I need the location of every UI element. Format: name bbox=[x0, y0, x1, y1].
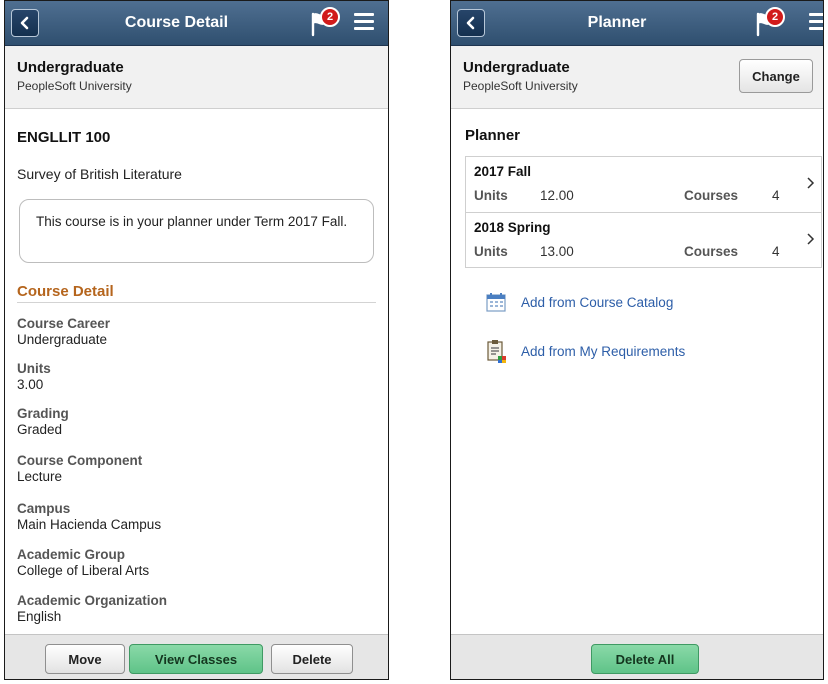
units-value: 12.00 bbox=[540, 188, 574, 203]
detail-grading: Grading Graded bbox=[17, 406, 69, 437]
units-label: Units bbox=[474, 244, 508, 259]
institution-name: PeopleSoft University bbox=[17, 79, 132, 93]
career-title: Undergraduate bbox=[17, 59, 124, 76]
footer-toolbar: Delete All bbox=[451, 634, 823, 679]
chevron-left-icon bbox=[466, 16, 475, 30]
back-button[interactable] bbox=[457, 9, 485, 37]
courses-value: 4 bbox=[772, 188, 780, 203]
chevron-left-icon bbox=[20, 16, 29, 30]
detail-course-career: Course Career Undergraduate bbox=[17, 316, 111, 347]
career-title: Undergraduate bbox=[463, 59, 570, 76]
header-bar: Planner 2 bbox=[451, 1, 823, 46]
chevron-right-icon bbox=[807, 233, 815, 245]
detail-course-component: Course Component Lecture bbox=[17, 453, 143, 484]
section-divider bbox=[17, 302, 376, 303]
menu-icon[interactable] bbox=[354, 13, 374, 31]
term-row-2017-fall[interactable]: 2017 Fall Units 12.00 Courses 4 bbox=[466, 157, 821, 212]
courses-label: Courses bbox=[684, 188, 739, 203]
courses-label: Courses bbox=[684, 244, 739, 259]
career-bar: Undergraduate PeopleSoft University Chan… bbox=[451, 46, 823, 109]
notifications-button[interactable]: 2 bbox=[308, 7, 342, 37]
term-row-2018-spring[interactable]: 2018 Spring Units 13.00 Courses 4 bbox=[466, 212, 821, 268]
detail-units: Units 3.00 bbox=[17, 361, 51, 392]
add-from-my-requirements-label: Add from My Requirements bbox=[521, 343, 686, 359]
change-career-button[interactable]: Change bbox=[739, 59, 813, 93]
term-name: 2017 Fall bbox=[474, 164, 532, 179]
notification-badge: 2 bbox=[765, 7, 785, 27]
menu-icon[interactable] bbox=[809, 13, 823, 31]
calendar-icon bbox=[486, 293, 506, 312]
clipboard-icon bbox=[487, 340, 506, 363]
planner-notice-text: This course is in your planner under Ter… bbox=[36, 214, 348, 229]
delete-button[interactable]: Delete bbox=[271, 644, 353, 674]
add-from-course-catalog-label: Add from Course Catalog bbox=[521, 294, 674, 310]
term-list: 2017 Fall Units 12.00 Courses 4 2018 Spr… bbox=[465, 156, 822, 268]
header-bar: Course Detail 2 bbox=[5, 1, 388, 46]
view-classes-button[interactable]: View Classes bbox=[129, 644, 263, 674]
units-value: 13.00 bbox=[540, 244, 574, 259]
delete-all-button[interactable]: Delete All bbox=[591, 644, 699, 674]
section-title: Course Detail bbox=[17, 283, 114, 300]
chevron-right-icon bbox=[807, 177, 815, 189]
detail-academic-organization: Academic Organization English bbox=[17, 593, 168, 624]
footer-toolbar: Move View Classes Delete bbox=[5, 634, 388, 679]
course-title: Survey of British Literature bbox=[17, 166, 182, 182]
planner-heading: Planner bbox=[465, 127, 521, 144]
add-from-my-requirements-link[interactable]: Add from My Requirements bbox=[485, 339, 685, 363]
institution-name: PeopleSoft University bbox=[463, 79, 578, 93]
detail-academic-group: Academic Group College of Liberal Arts bbox=[17, 547, 150, 578]
courses-value: 4 bbox=[772, 244, 780, 259]
notification-badge: 2 bbox=[320, 7, 340, 27]
planner-notice: This course is in your planner under Ter… bbox=[19, 199, 374, 263]
detail-campus: Campus Main Hacienda Campus bbox=[17, 501, 162, 532]
course-detail-screen: Course Detail 2 Undergraduate PeopleSoft… bbox=[4, 0, 389, 680]
planner-screen: Planner 2 Undergraduate PeopleSoft Unive… bbox=[450, 0, 824, 680]
course-code: ENGLLIT 100 bbox=[17, 129, 111, 146]
page-title: Course Detail bbox=[124, 14, 229, 31]
career-bar: Undergraduate PeopleSoft University bbox=[5, 46, 388, 109]
move-button[interactable]: Move bbox=[45, 644, 125, 674]
add-from-course-catalog-link[interactable]: Add from Course Catalog bbox=[485, 290, 673, 314]
back-button[interactable] bbox=[11, 9, 39, 37]
units-label: Units bbox=[474, 188, 508, 203]
notifications-button[interactable]: 2 bbox=[753, 7, 787, 37]
term-name: 2018 Spring bbox=[474, 220, 551, 235]
page-title: Planner bbox=[587, 14, 647, 31]
